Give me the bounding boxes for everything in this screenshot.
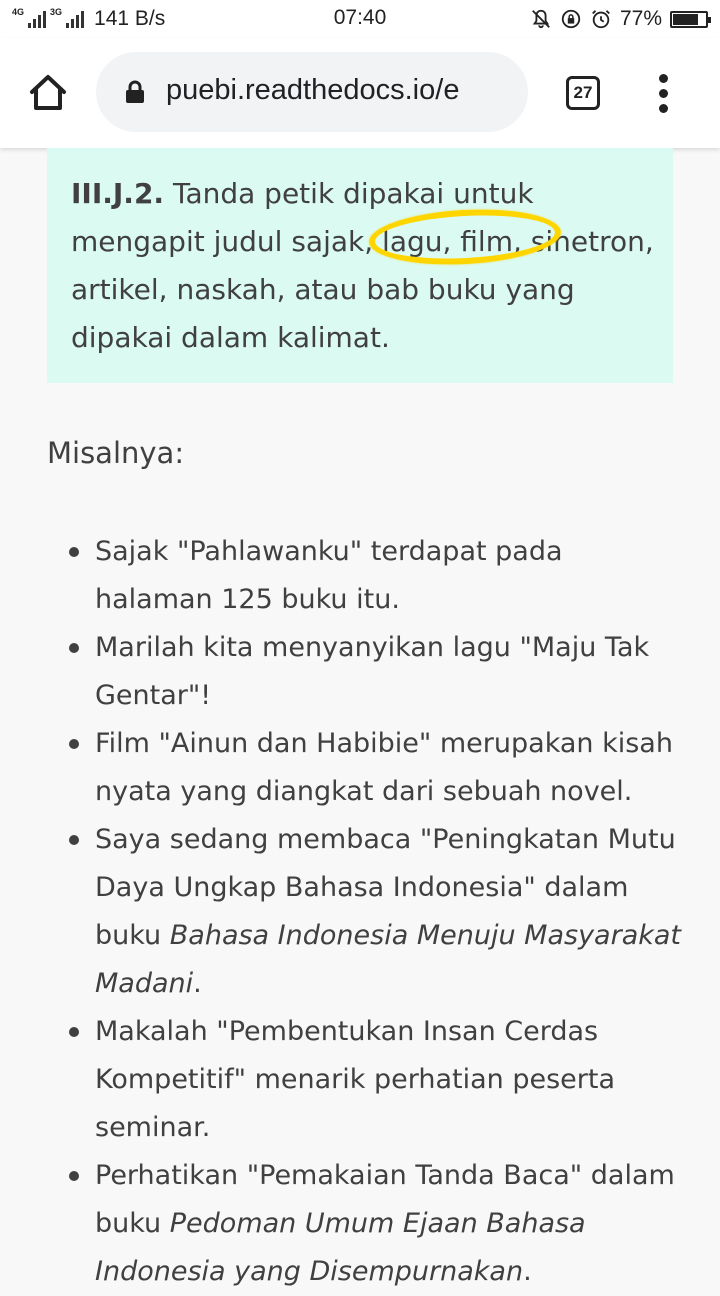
bullet xyxy=(69,835,79,845)
alarm-icon xyxy=(592,10,610,29)
example-text: Marilah kita menyanyikan lagu "Maju Tak … xyxy=(95,632,650,711)
list-item: Sajak "Pahlawanku" terdapat pada halaman… xyxy=(47,528,687,624)
bullet xyxy=(69,547,79,557)
rule-paragraph: III.J.2. Tanda petik dipakai untuk menga… xyxy=(71,170,661,362)
rule-note: III.J.2. Tanda petik dipakai untuk menga… xyxy=(47,148,673,383)
examples-list: Sajak "Pahlawanku" terdapat pada halaman… xyxy=(47,528,687,1296)
home-icon[interactable] xyxy=(26,70,70,114)
url-text[interactable]: puebi.readthedocs.io/e xyxy=(166,74,516,110)
book-title: Bahasa Indonesia Menuju Masyarakat Madan… xyxy=(95,920,682,999)
bullet xyxy=(69,739,79,749)
examples-heading: Misalnya: xyxy=(47,436,185,470)
status-bar: 4G 3G 141 B/s 07:40 77% xyxy=(0,0,720,38)
bullet xyxy=(69,1027,79,1037)
address-bar[interactable]: puebi.readthedocs.io/e xyxy=(96,52,528,132)
example-text: Sajak "Pahlawanku" terdapat pada halaman… xyxy=(95,536,563,615)
overflow-menu-icon[interactable] xyxy=(652,72,676,116)
list-item: Marilah kita menyanyikan lagu "Maju Tak … xyxy=(47,624,687,720)
list-item: Film "Ainun dan Habibie" merupakan kisah… xyxy=(47,720,687,816)
example-text: Film "Ainun dan Habibie" merupakan kisah… xyxy=(95,728,673,807)
battery-level-fill xyxy=(673,13,698,25)
bullet xyxy=(69,643,79,653)
status-right: 77% xyxy=(530,5,711,33)
browser-toolbar: puebi.readthedocs.io/e 27 xyxy=(0,38,720,148)
list-item: Makalah "Pembentukan Insan Cerdas Kompet… xyxy=(47,1008,687,1152)
notifications-muted-icon xyxy=(532,9,550,29)
bullet xyxy=(69,1171,79,1181)
example-text: Makalah "Pembentukan Insan Cerdas Kompet… xyxy=(95,1016,616,1143)
tab-switcher-button[interactable]: 27 xyxy=(566,76,600,110)
example-text-end: . xyxy=(193,968,202,999)
battery-percent: 77% xyxy=(619,7,662,30)
list-item: Saya sedang membaca "Peningkatan Mutu Da… xyxy=(47,816,687,1008)
lock-icon[interactable] xyxy=(124,80,146,104)
rotation-lock-icon xyxy=(561,9,581,29)
example-text-end: . xyxy=(523,1256,532,1287)
battery-icon xyxy=(670,10,711,28)
list-item: Perhatikan "Pemakaian Tanda Baca" dalam … xyxy=(47,1152,687,1296)
rule-code: III.J.2. xyxy=(71,177,165,210)
